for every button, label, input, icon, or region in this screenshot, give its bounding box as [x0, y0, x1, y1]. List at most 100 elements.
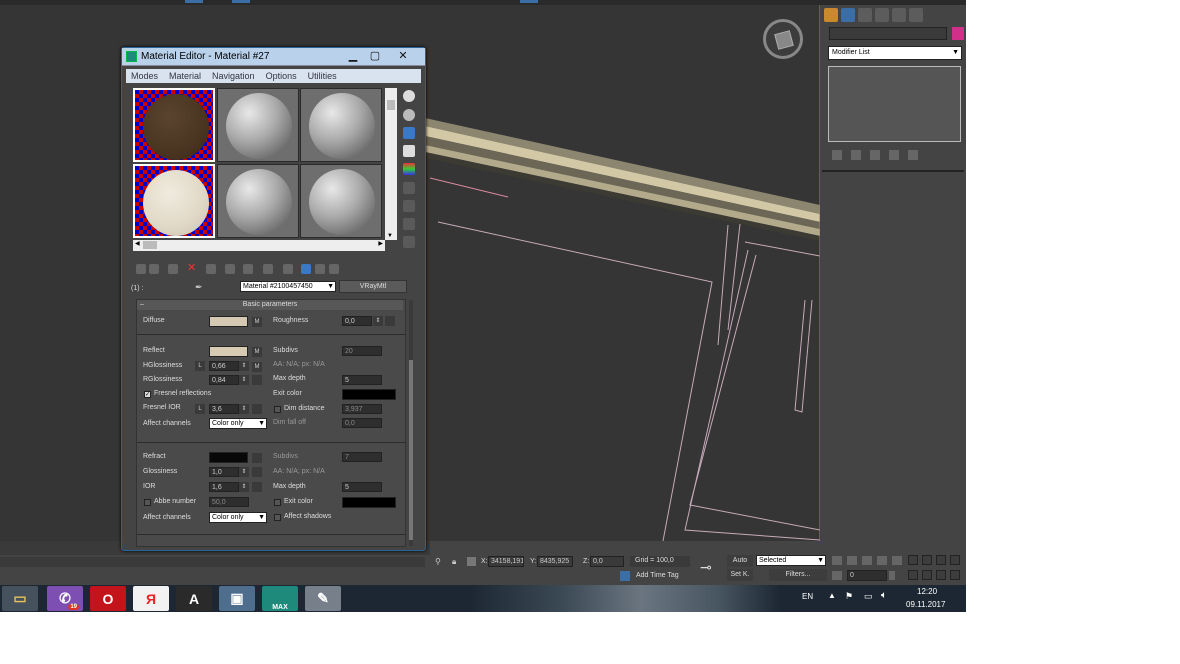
clock-date[interactable]: 09.11.2017: [906, 600, 945, 609]
reflect-max-depth-field[interactable]: 5: [342, 375, 382, 385]
yandex-browser-icon[interactable]: Я: [133, 586, 169, 611]
field-of-view-icon[interactable]: [908, 570, 918, 580]
fresnel-ior-spinner[interactable]: ⇕: [239, 404, 249, 414]
modifier-list-dropdown[interactable]: Modifier List ▼: [828, 46, 962, 60]
sample-slot-1[interactable]: [133, 88, 215, 162]
utilities-tab-icon[interactable]: [909, 8, 923, 22]
create-tab-icon[interactable]: [824, 8, 838, 22]
sample-slot-5[interactable]: [217, 164, 299, 238]
hglossiness-map-button[interactable]: M: [252, 362, 262, 372]
background-checker-icon[interactable]: [403, 127, 415, 139]
pick-material-eyedropper-icon[interactable]: ✒: [195, 282, 203, 293]
refract-glossiness-map-button[interactable]: [252, 467, 262, 477]
set-key-button[interactable]: Set K.: [727, 569, 753, 581]
rglossiness-spinner[interactable]: ⇕: [239, 375, 249, 385]
viber-icon[interactable]: ✆ 19: [47, 586, 83, 611]
show-end-result-icon[interactable]: [301, 264, 311, 274]
pin-icon[interactable]: ⚲: [435, 557, 441, 566]
z-coordinate-field[interactable]: 0,0: [590, 556, 624, 567]
dim-distance-checkbox[interactable]: [274, 406, 281, 413]
ior-map-button[interactable]: [252, 482, 262, 492]
x-coordinate-field[interactable]: 34158,191: [488, 556, 524, 567]
next-frame-icon[interactable]: [877, 556, 887, 565]
sample-slot-2[interactable]: [217, 88, 299, 162]
volume-icon[interactable]: 🔈︎: [881, 590, 887, 601]
key-filters-button[interactable]: Filters...: [769, 569, 827, 581]
put-material-icon[interactable]: [149, 264, 159, 274]
goto-end-icon[interactable]: [892, 556, 902, 565]
sample-uv-tiling-icon[interactable]: [403, 145, 415, 157]
tray-chevron-up-icon[interactable]: ▲: [828, 591, 836, 600]
reset-material-icon[interactable]: ✕: [187, 261, 196, 274]
reflect-affect-channels-select[interactable]: Color only ▼: [209, 418, 267, 429]
assign-material-icon[interactable]: [168, 264, 178, 274]
make-unique-icon[interactable]: [225, 264, 235, 274]
hglossiness-field[interactable]: 0,66: [209, 361, 239, 371]
go-forward-sibling-icon[interactable]: [329, 264, 339, 274]
fresnel-checkbox[interactable]: ✓: [144, 391, 151, 398]
modifier-stack[interactable]: [828, 66, 961, 142]
reflect-exit-color-swatch[interactable]: [342, 389, 396, 400]
current-frame-field[interactable]: 0: [847, 570, 887, 581]
hglossiness-lock[interactable]: L: [195, 361, 205, 371]
viewcube[interactable]: [763, 19, 803, 59]
clock-time[interactable]: 12:20: [917, 587, 937, 596]
pin-stack-icon[interactable]: [832, 150, 842, 160]
absolute-mode-icon[interactable]: [467, 557, 476, 566]
refract-glossiness-field[interactable]: 1,0: [209, 467, 239, 477]
refract-glossiness-spinner[interactable]: ⇕: [239, 467, 249, 477]
orbit-icon[interactable]: [936, 570, 946, 580]
abbe-number-field[interactable]: 50,0: [209, 497, 249, 507]
y-coordinate-field[interactable]: 8435,925: [537, 556, 573, 567]
abbe-number-checkbox[interactable]: [144, 499, 151, 506]
goto-start-icon[interactable]: [832, 556, 842, 565]
diffuse-map-button[interactable]: M: [252, 317, 262, 327]
explorer-folder-icon[interactable]: ▭: [2, 586, 38, 611]
video-color-check-icon[interactable]: [403, 163, 415, 175]
object-name-field[interactable]: [829, 27, 947, 40]
select-by-material-icon[interactable]: [403, 218, 415, 230]
make-preview-icon[interactable]: [403, 182, 415, 194]
motion-tab-icon[interactable]: [875, 8, 889, 22]
roughness-field[interactable]: 0,0: [342, 316, 372, 326]
refract-exit-color-swatch[interactable]: [342, 497, 396, 508]
language-indicator[interactable]: EN: [802, 592, 813, 601]
object-color-swatch[interactable]: [952, 27, 964, 40]
roughness-spinner[interactable]: ⇕: [373, 316, 383, 326]
menu-options[interactable]: Options: [266, 71, 297, 81]
autocad-icon[interactable]: A: [176, 586, 212, 611]
zoom-extents-all-icon[interactable]: [950, 555, 960, 565]
backlight-icon[interactable]: [403, 109, 415, 121]
material-type-button[interactable]: VRayMtl: [339, 280, 407, 293]
refract-color-swatch[interactable]: [209, 452, 248, 463]
sample-type-icon[interactable]: [403, 90, 415, 102]
rglossiness-field[interactable]: 0,84: [209, 375, 239, 385]
dim-distance-field[interactable]: 3,937: [342, 404, 382, 414]
scroll-left-icon[interactable]: ◀: [135, 240, 140, 247]
sample-slot-6[interactable]: [300, 164, 382, 238]
fresnel-ior-lock[interactable]: L: [195, 404, 205, 414]
affect-shadows-checkbox[interactable]: [274, 514, 281, 521]
reflect-color-swatch[interactable]: [209, 346, 248, 357]
remove-modifier-icon[interactable]: [889, 150, 899, 160]
zoom-all-icon[interactable]: [922, 555, 932, 565]
network-icon[interactable]: ▭: [864, 591, 873, 602]
pan-hand-icon[interactable]: [922, 570, 932, 580]
go-to-parent-icon[interactable]: [315, 264, 325, 274]
3dsmax-icon[interactable]: MAX: [262, 586, 298, 611]
zoom-extents-icon[interactable]: [936, 555, 946, 565]
close-button[interactable]: ✕: [393, 49, 413, 64]
make-unique-icon[interactable]: [870, 150, 880, 160]
make-copy-icon[interactable]: [206, 264, 216, 274]
action-center-flag-icon[interactable]: ⚑: [845, 591, 853, 602]
fresnel-ior-field[interactable]: 3,6: [209, 404, 239, 414]
slots-horizontal-scrollbar[interactable]: ◀ ▶: [133, 240, 385, 251]
scroll-right-icon[interactable]: ▶: [378, 240, 383, 247]
show-end-result-icon[interactable]: [851, 150, 861, 160]
key-mode-icon[interactable]: [832, 571, 842, 580]
menu-navigation[interactable]: Navigation: [212, 71, 255, 81]
material-map-navigator-icon[interactable]: [403, 236, 415, 248]
menu-material[interactable]: Material: [169, 71, 201, 81]
key-filter-select[interactable]: Selected ▼: [756, 555, 826, 566]
menu-modes[interactable]: Modes: [131, 71, 158, 81]
